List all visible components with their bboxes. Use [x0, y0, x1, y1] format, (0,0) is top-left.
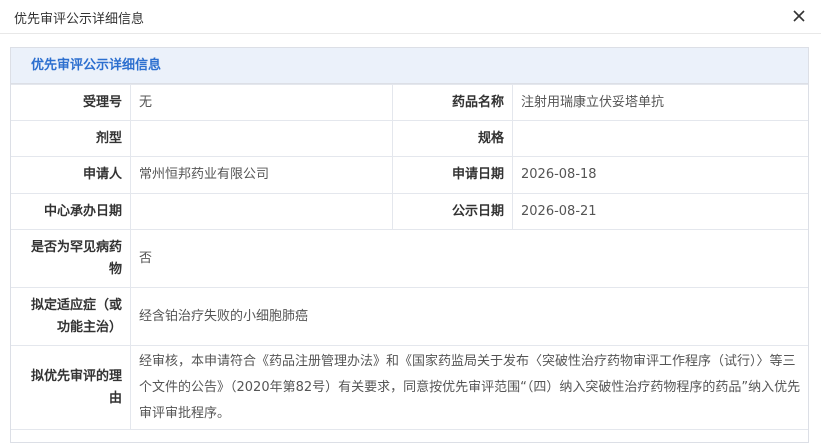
- detail-panel: 优先审评公示详细信息 受理号 无 药品名称 注射用瑞康立伏妥塔单抗 剂型 规格 …: [10, 47, 809, 443]
- indication-value: 经含铂治疗失败的小细胞肺癌: [130, 287, 808, 346]
- accept-no-label: 受理号: [11, 84, 131, 121]
- dialog-titlebar: 优先审评公示详细信息: [0, 0, 821, 34]
- reason-value: 经审核，本申请符合《药品注册管理办法》和《国家药监局关于发布〈突破性治疗药物审评…: [130, 345, 808, 430]
- apply-date-value: 2026-08-18: [512, 156, 808, 194]
- apply-date-label: 申请日期: [392, 156, 513, 194]
- dialog-title: 优先审评公示详细信息: [14, 12, 145, 27]
- publish-date-label: 公示日期: [392, 193, 513, 230]
- publish-date-value: 2026-08-21: [512, 193, 808, 230]
- applicant-label: 申请人: [11, 156, 131, 194]
- rare-disease-value: 否: [130, 229, 808, 288]
- panel-header: 优先审评公示详细信息: [11, 48, 808, 84]
- table-row: 剂型 规格: [11, 120, 808, 157]
- applicant-value: 常州恒邦药业有限公司: [130, 156, 393, 194]
- drug-name-value: 注射用瑞康立伏妥塔单抗: [512, 84, 808, 121]
- close-icon[interactable]: [789, 6, 809, 26]
- spec-label: 规格: [392, 120, 513, 157]
- dosage-form-value: [130, 120, 393, 157]
- table-row: 申请人 常州恒邦药业有限公司 申请日期 2026-08-18: [11, 156, 808, 194]
- accept-no-value: 无: [130, 84, 393, 121]
- table-row: 是否为罕见病药物 否: [11, 229, 808, 288]
- reason-label: 拟优先审评的理由: [11, 345, 131, 430]
- indication-label: 拟定适应症（或功能主治）: [11, 287, 131, 346]
- detail-table: 受理号 无 药品名称 注射用瑞康立伏妥塔单抗 剂型 规格 申请人 常州恒邦药业有…: [11, 84, 808, 430]
- rare-disease-label: 是否为罕见病药物: [11, 229, 131, 288]
- center-date-value: [130, 193, 393, 230]
- close-icon-glyph: [793, 10, 805, 22]
- center-date-label: 中心承办日期: [11, 193, 131, 230]
- table-row: 受理号 无 药品名称 注射用瑞康立伏妥塔单抗: [11, 84, 808, 121]
- table-row: 中心承办日期 公示日期 2026-08-21: [11, 193, 808, 230]
- table-row: 拟定适应症（或功能主治） 经含铂治疗失败的小细胞肺癌: [11, 287, 808, 346]
- spec-value: [512, 120, 808, 157]
- drug-name-label: 药品名称: [392, 84, 513, 121]
- dosage-form-label: 剂型: [11, 120, 131, 157]
- table-row: 拟优先审评的理由 经审核，本申请符合《药品注册管理办法》和《国家药监局关于发布〈…: [11, 345, 808, 430]
